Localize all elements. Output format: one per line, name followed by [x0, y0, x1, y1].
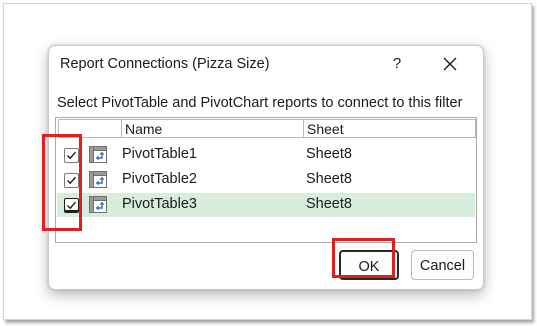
pivottable-icon — [89, 196, 107, 213]
row-sheet: Sheet8 — [306, 146, 352, 162]
row-checkbox[interactable] — [64, 173, 79, 188]
report-connections-list[interactable]: Name Sheet PivotTable1 Sheet8 PivotTable… — [55, 117, 477, 243]
instruction-text: Select PivotTable and PivotChart reports… — [57, 95, 463, 111]
dialog-title: Report Connections (Pizza Size) — [60, 56, 270, 72]
pivottable-icon — [89, 171, 107, 188]
row-name: PivotTable1 — [122, 146, 197, 162]
name-column-header[interactable]: Name — [121, 119, 304, 138]
row-sheet: Sheet8 — [306, 196, 352, 212]
list-header: Name Sheet — [58, 119, 479, 140]
list-item[interactable]: PivotTable1 Sheet8 — [57, 143, 475, 167]
list-item[interactable]: PivotTable2 Sheet8 — [57, 168, 475, 192]
checkmark-icon — [67, 176, 77, 185]
pivottable-icon — [89, 146, 107, 163]
row-checkbox[interactable] — [64, 198, 79, 213]
row-name: PivotTable3 — [122, 196, 197, 212]
list-item-selected[interactable]: PivotTable3 Sheet8 — [57, 193, 475, 217]
ok-button[interactable]: OK — [339, 250, 399, 280]
sheet-column-header[interactable]: Sheet — [303, 119, 476, 138]
row-sheet: Sheet8 — [306, 171, 352, 187]
report-connections-dialog: Report Connections (Pizza Size) ? Select… — [48, 45, 484, 290]
screenshot-frame: Report Connections (Pizza Size) ? Select… — [3, 3, 532, 320]
checkbox-column-header[interactable] — [58, 119, 122, 138]
row-name: PivotTable2 — [122, 171, 197, 187]
cancel-button[interactable]: Cancel — [411, 250, 474, 280]
row-checkbox[interactable] — [64, 148, 79, 163]
help-button[interactable]: ? — [386, 52, 408, 76]
checkmark-icon — [67, 151, 77, 160]
checkmark-icon — [67, 201, 77, 210]
close-icon — [443, 57, 457, 71]
close-button[interactable] — [441, 55, 459, 73]
